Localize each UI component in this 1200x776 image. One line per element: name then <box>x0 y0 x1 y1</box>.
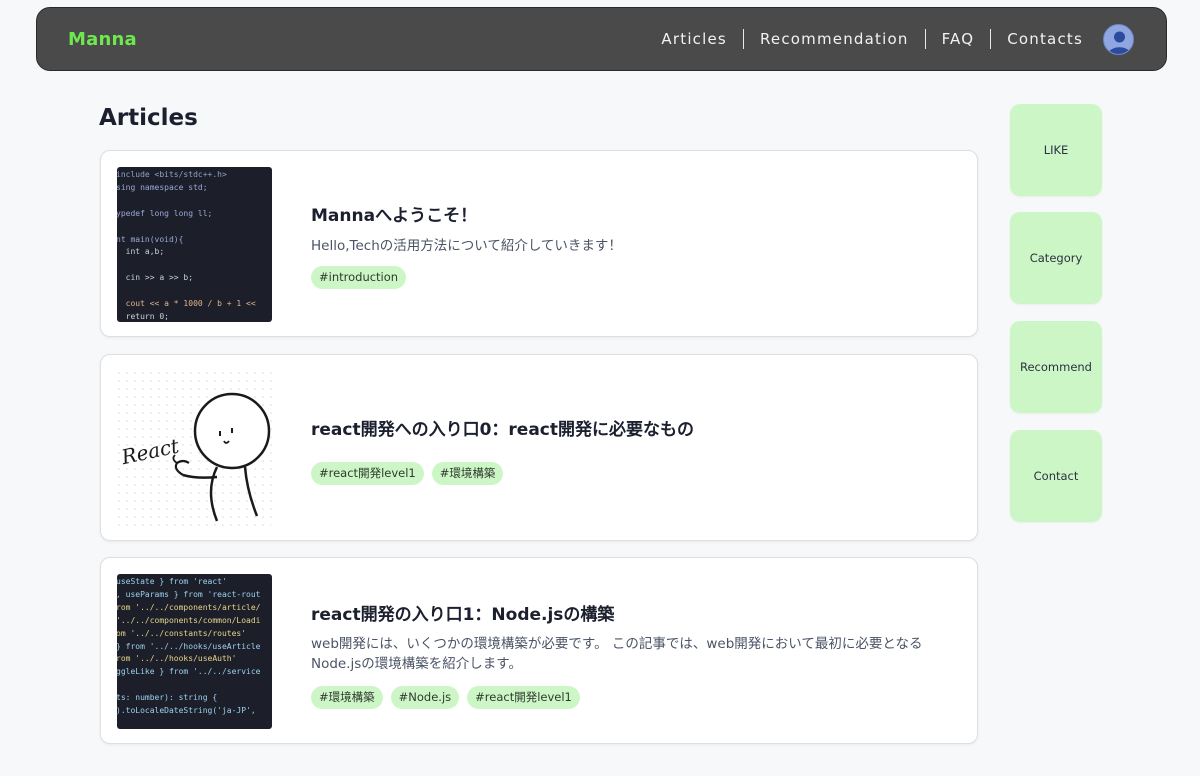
site-logo[interactable]: Manna <box>68 29 137 50</box>
side-button-recommend[interactable]: Recommend <box>1010 321 1102 413</box>
top-navbar: Manna Articles Recommendation FAQ Contac… <box>36 7 1167 71</box>
code-line: } from '../../hooks/useArticle <box>117 641 261 651</box>
code-line: nt main(void){ <box>117 234 184 244</box>
code-line: sing namespace std; <box>117 182 208 192</box>
code-line: ypedef long long ll; <box>117 208 213 218</box>
article-card[interactable]: include <bits/stdc++.h> sing namespace s… <box>100 150 978 337</box>
tag[interactable]: #react開発level1 <box>467 686 580 709</box>
article-card[interactable]: useState } from 'react' , useParams } fr… <box>100 557 978 744</box>
side-button-contact[interactable]: Contact <box>1010 430 1102 522</box>
tag-list: #環境構築 #Node.js #react開発level1 <box>311 686 947 709</box>
code-line: , useParams } from 'react-rout <box>117 589 261 599</box>
code-line: useState } from 'react' <box>117 577 227 586</box>
article-title[interactable]: react開発の入り口1：Node.jsの構築 <box>311 600 947 625</box>
nav-recommendation[interactable]: Recommendation <box>744 29 925 49</box>
code-line: cout << a * 1000 / b + 1 << <box>117 299 256 309</box>
nav-faq[interactable]: FAQ <box>926 29 991 49</box>
tag-list: #react開発level1 #環境構築 <box>311 462 947 485</box>
code-snippet: include <bits/stdc++.h> sing namespace s… <box>117 167 272 322</box>
code-line: '../../components/common/Loadi <box>117 615 261 625</box>
tag[interactable]: #introduction <box>311 266 407 289</box>
main-nav: Articles Recommendation FAQ Contacts <box>645 23 1134 55</box>
article-title[interactable]: react開発への入り口0：react開発に必要なもの <box>311 415 947 440</box>
side-button-category[interactable]: Category <box>1010 212 1102 304</box>
nav-articles[interactable]: Articles <box>645 29 743 49</box>
tag[interactable]: #環境構築 <box>431 462 504 485</box>
code-line: ).toLocaleDateString('ja-JP', <box>117 706 256 716</box>
user-avatar-icon[interactable] <box>1103 23 1134 55</box>
code-snippet: useState } from 'react' , useParams } fr… <box>117 574 272 718</box>
page-title: Articles <box>99 105 198 131</box>
code-line: ts: number): string { <box>117 693 218 703</box>
article-body: Mannaへようこそ！ Hello,Techの活用方法について紹介していきます！… <box>311 201 947 289</box>
tag-list: #introduction <box>311 266 947 289</box>
code-line: rom '../../hooks/useAuth' <box>117 654 237 664</box>
code-line: rom '../../components/article/ <box>117 602 261 612</box>
code-line: cin >> a >> b; <box>117 273 194 283</box>
article-description: web開発には、いくつかの環境構築が必要です。 この記事では、web開発において… <box>311 636 923 672</box>
article-body: react開発の入り口1：Node.jsの構築 web開発には、いくつかの環境構… <box>311 600 947 709</box>
article-description: Hello,Techの活用方法について紹介していきます！ <box>311 238 622 254</box>
article-thumbnail: useState } from 'react' , useParams } fr… <box>117 574 272 729</box>
tag[interactable]: #環境構築 <box>311 686 383 709</box>
article-title[interactable]: Mannaへようこそ！ <box>311 201 947 226</box>
nav-contacts[interactable]: Contacts <box>991 29 1099 49</box>
tag[interactable]: #react開発level1 <box>311 462 424 485</box>
side-button-like[interactable]: LIKE <box>1010 104 1102 196</box>
code-line: ggleLike } from '../../service <box>117 667 261 677</box>
article-thumbnail: React <box>117 371 272 526</box>
article-body: react開発への入り口0：react開発に必要なもの #react開発leve… <box>311 415 947 485</box>
tag[interactable]: #Node.js <box>390 686 460 709</box>
article-card[interactable]: React react開発への入り口0：react開発に必要なもの #react… <box>100 354 978 541</box>
article-thumbnail: include <bits/stdc++.h> sing namespace s… <box>117 167 272 322</box>
code-line: return 0; <box>117 311 169 321</box>
code-line: include <bits/stdc++.h> <box>117 170 227 179</box>
code-line: om '../../constants/routes' <box>117 628 247 638</box>
react-sketch-illustration: React <box>117 371 272 526</box>
code-line: int a,b; <box>117 247 165 257</box>
